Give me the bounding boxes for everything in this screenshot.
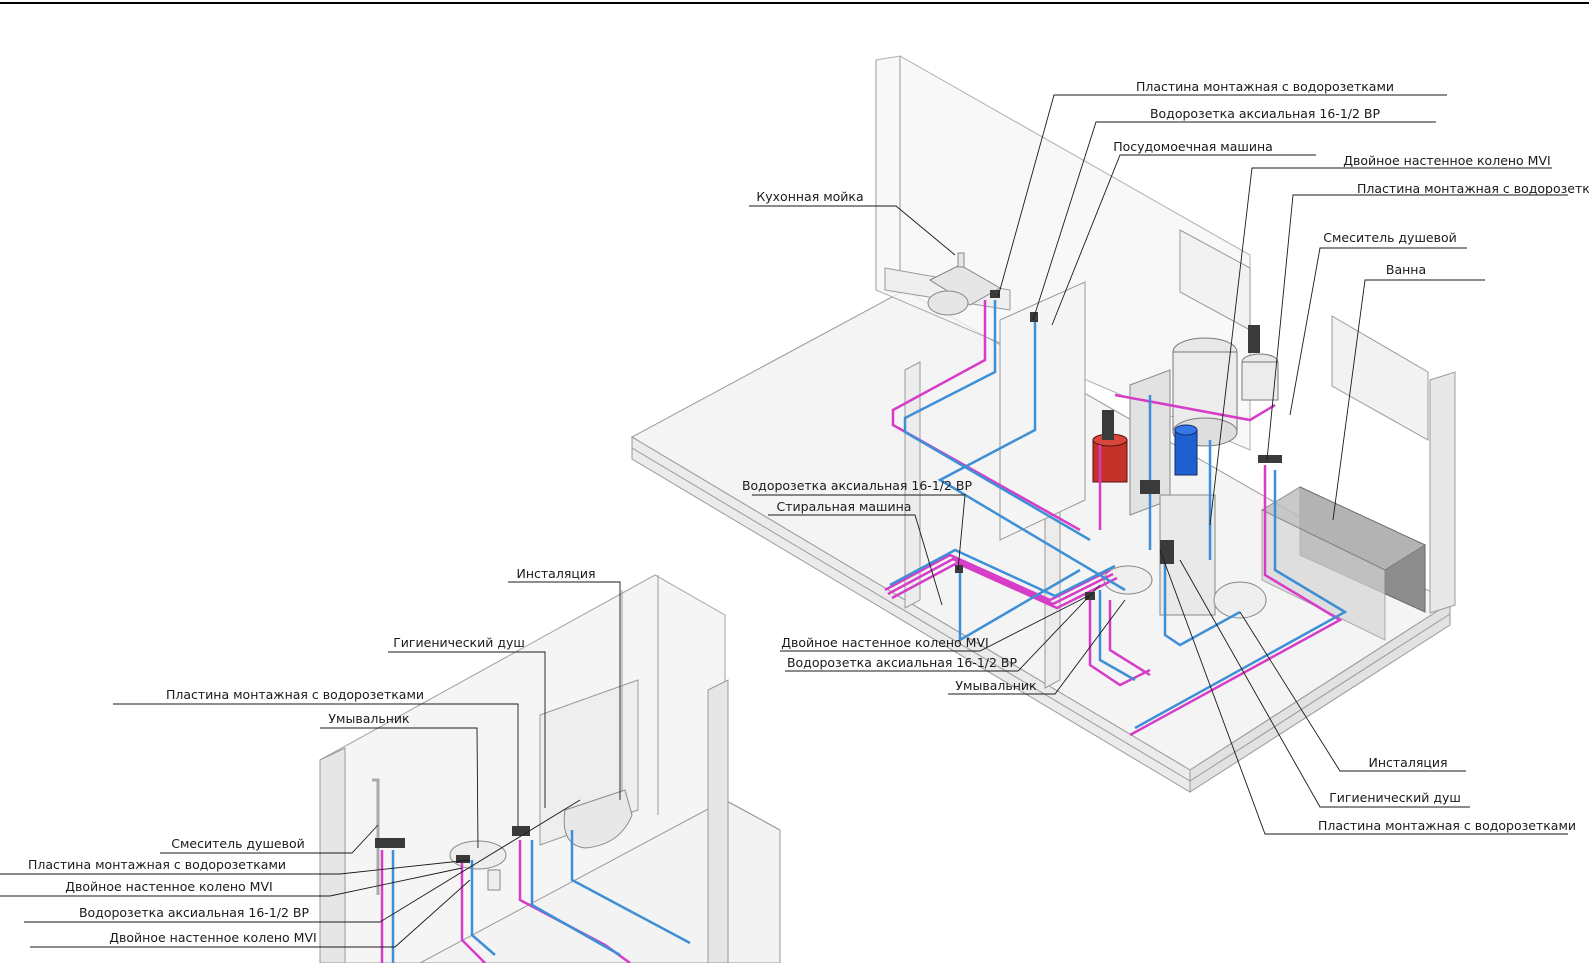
label-double-elbow-mid: Двойное настенное колено MVI [781,635,988,650]
label-bathtub: Ванна [1386,262,1426,277]
label-washing-machine: Стиральная машина [777,499,912,514]
label-installation-right: Инсталяция [1369,755,1448,770]
label-double-elbow-top: Двойное настенное колено MVI [1343,153,1550,168]
expansion-tank-red [1092,433,1128,483]
label-shower-mixer-right: Смеситель душевой [1323,230,1456,245]
plumbing-isometric-diagram: Пластина монтажная с водорозетками Водор… [0,2,1589,963]
left-wall-edge [319,747,346,963]
label-mounting-plate-right-truncated: Пластина монтажная с водорозетк [1357,181,1589,196]
label-kitchen-sink: Кухонная мойка [756,189,863,204]
right-side-wall [1429,371,1456,614]
label-hygienic-shower-right: Гигиенический душ [1329,790,1461,805]
dishwasher-door [999,281,1086,541]
label-axial-socket-left: Водорозетка аксиальная 16-1/2 ВР [79,905,310,920]
label-double-elbow-left-1: Двойное настенное колено MVI [65,879,272,894]
label-mounting-plate-left: Пластина монтажная с водорозетками [166,687,424,702]
label-axial-socket-mid: Водорозетка аксиальная 16-1/2 ВР [742,478,973,493]
left-wall-edge-2 [707,679,729,963]
label-shower-mixer-left: Смеситель душевой [171,836,304,851]
label-axial-socket-bottom: Водорозетка аксиальная 16-1/2 ВР [787,655,1018,670]
label-washbasin-right: Умывальник [955,678,1037,693]
label-dishwasher: Посудомоечная машина [1113,139,1273,154]
right-room-structure [630,55,1456,793]
label-hygienic-shower-left: Гигиенический душ [393,635,525,650]
label-mounting-plate-top: Пластина монтажная с водорозетками [1136,79,1394,94]
label-mounting-plate-bottom-right: Пластина монтажная с водорозетками [1318,818,1576,833]
label-mounting-plate-left-2: Пластина монтажная с водорозетками [28,857,286,872]
filter-blue [1174,424,1198,476]
label-double-elbow-left-2: Двойное настенное колено MVI [109,930,316,945]
label-axial-socket-top: Водорозетка аксиальная 16-1/2 ВР [1150,106,1381,121]
label-installation-left: Инсталяция [517,566,596,581]
label-washbasin-left: Умывальник [328,711,410,726]
left-room-structure [319,574,781,963]
